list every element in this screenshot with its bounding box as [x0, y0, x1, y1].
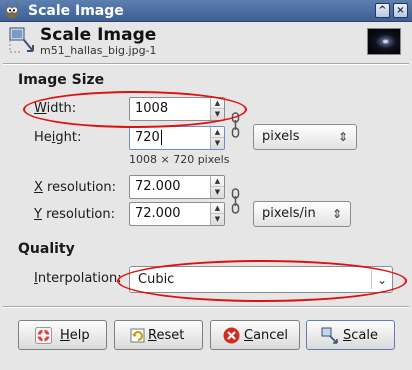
- image-thumbnail: [367, 28, 401, 55]
- height-input-value: 720: [135, 130, 160, 145]
- height-decrement-icon[interactable]: ▼: [211, 138, 224, 149]
- height-spinbox[interactable]: 720 ▲ ▼: [129, 126, 225, 150]
- resolution-chain-icon[interactable]: [231, 188, 240, 214]
- y-resolution-label: Y resolution:: [34, 206, 115, 224]
- scale-label: Scale: [343, 327, 378, 345]
- x-resolution-label: X resolution:: [34, 179, 116, 197]
- reset-icon: [130, 328, 145, 343]
- image-name: m51_hallas_big.jpg-1: [40, 44, 157, 57]
- y-resolution-input[interactable]: 72.000: [135, 205, 181, 223]
- width-label: Width:: [34, 100, 76, 118]
- reset-rest: eset: [156, 328, 185, 343]
- reset-button[interactable]: Reset: [114, 320, 203, 350]
- x-resolution-decrement-icon[interactable]: ▼: [211, 187, 224, 198]
- x-resolution-spin-arrows[interactable]: ▲ ▼: [210, 176, 224, 198]
- size-info: 1008 × 720 pixels: [129, 153, 230, 166]
- scale-rest: cale: [351, 328, 378, 343]
- header-divider: [3, 63, 409, 65]
- dialog-heading: Scale Image: [40, 25, 157, 45]
- interpolation-select[interactable]: Cubic ⌄: [129, 266, 393, 293]
- height-label-prefix: He: [34, 130, 52, 145]
- height-increment-icon[interactable]: ▲: [211, 127, 224, 138]
- resolution-unit-select[interactable]: pixels/in ⇕: [253, 201, 351, 227]
- x-resolution-spinbox[interactable]: 72.000 ▲ ▼: [129, 175, 225, 199]
- width-decrement-icon[interactable]: ▼: [211, 109, 224, 120]
- height-spin-arrows[interactable]: ▲ ▼: [210, 127, 224, 149]
- cancel-icon: [223, 327, 240, 344]
- interpolation-value: Cubic: [138, 272, 175, 287]
- cancel-button[interactable]: Cancel: [210, 320, 300, 350]
- interpolation-rest: nterpolation:: [37, 271, 122, 286]
- cancel-label: Cancel: [244, 327, 288, 345]
- close-button[interactable]: ×: [393, 3, 408, 18]
- help-button[interactable]: Help: [18, 320, 107, 350]
- reset-label: Reset: [148, 327, 184, 345]
- help-label: Help: [60, 327, 90, 345]
- title-bar[interactable]: Scale Image ^ ×: [0, 0, 412, 22]
- width-spinbox[interactable]: 1008 ▲ ▼: [129, 97, 225, 121]
- cancel-rest: ancel: [253, 328, 289, 343]
- scale-image-icon: [9, 27, 34, 53]
- shade-icon: ^: [378, 5, 387, 16]
- close-icon: ×: [396, 5, 405, 16]
- resolution-unit-value: pixels/in: [262, 206, 316, 221]
- size-unit-value: pixels: [262, 129, 300, 144]
- width-increment-icon[interactable]: ▲: [211, 98, 224, 109]
- image-size-heading: Image Size: [18, 72, 105, 88]
- x-resolution-increment-icon[interactable]: ▲: [211, 176, 224, 187]
- y-resolution-mnemonic: Y: [34, 207, 42, 222]
- updown-arrows-icon: ⇕: [337, 130, 348, 144]
- text-caret: [160, 130, 162, 145]
- quality-heading: Quality: [18, 241, 75, 257]
- y-resolution-rest: resolution:: [41, 207, 116, 222]
- y-resolution-spinbox[interactable]: 72.000 ▲ ▼: [129, 202, 225, 226]
- chevron-down-icon: ⌄: [376, 273, 387, 287]
- width-input[interactable]: 1008: [135, 100, 168, 118]
- help-lifebuoy-icon: [35, 327, 52, 344]
- width-label-rest: idth:: [46, 101, 77, 116]
- size-unit-select[interactable]: pixels ⇕: [253, 124, 357, 150]
- height-label: Height:: [34, 129, 81, 147]
- combo-divider: [371, 270, 372, 289]
- y-resolution-spin-arrows[interactable]: ▲ ▼: [210, 203, 224, 225]
- chain-link-icon[interactable]: [231, 112, 240, 138]
- interpolation-label: Interpolation:: [34, 270, 122, 288]
- y-resolution-decrement-icon[interactable]: ▼: [211, 214, 224, 225]
- window-title: Scale Image: [28, 3, 124, 19]
- height-label-rest: ght:: [55, 130, 82, 145]
- help-rest: elp: [69, 328, 90, 343]
- y-resolution-increment-icon[interactable]: ▲: [211, 203, 224, 214]
- x-resolution-input[interactable]: 72.000: [135, 178, 181, 196]
- updown-arrows-icon: ⇕: [331, 207, 342, 221]
- width-label-mnemonic: W: [34, 101, 47, 116]
- height-input[interactable]: 720: [135, 129, 162, 147]
- cancel-mnemonic: C: [244, 328, 254, 343]
- wilber-icon: [5, 2, 19, 19]
- buttons-divider: [3, 306, 409, 308]
- width-spin-arrows[interactable]: ▲ ▼: [210, 98, 224, 120]
- scale-icon: [321, 327, 338, 344]
- shade-button[interactable]: ^: [375, 3, 390, 18]
- x-resolution-rest: resolution:: [42, 180, 116, 195]
- help-mnemonic: H: [60, 328, 70, 343]
- x-resolution-mnemonic: X: [34, 180, 43, 195]
- scale-button[interactable]: Scale: [306, 320, 395, 350]
